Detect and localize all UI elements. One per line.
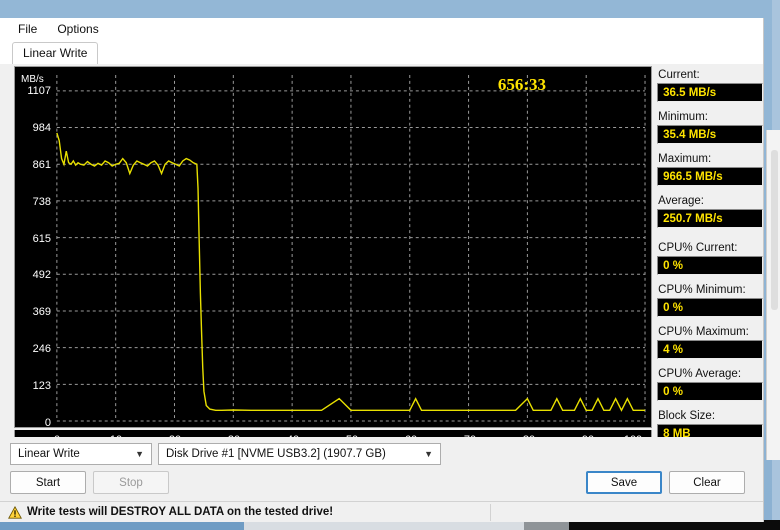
y-axis-tick: 861 — [32, 158, 51, 171]
chevron-down-icon: ▼ — [135, 449, 144, 459]
stat-label: Block Size: — [658, 410, 716, 422]
y-axis-tick: 0 — [44, 417, 51, 429]
warning-text: Write tests will DESTROY ALL DATA on the… — [27, 506, 334, 518]
start-button[interactable]: Start — [10, 471, 86, 494]
menu-item-file[interactable]: File — [10, 20, 45, 38]
app-window: File Options Linear Write MB/s 1107 984 86… — [0, 18, 764, 522]
warning-icon — [8, 505, 22, 519]
stat-value: 966.5 MB/s — [657, 167, 763, 186]
elapsed-timer: 656:33 — [497, 75, 546, 94]
stat-value: 35.4 MB/s — [657, 125, 763, 144]
y-axis-tick: 1107 — [27, 85, 51, 97]
y-axis-tick: 369 — [32, 306, 51, 319]
chevron-down-icon: ▼ — [424, 449, 433, 459]
stat-value: 0 % — [657, 298, 763, 317]
stat-value: 0 % — [657, 256, 763, 275]
y-axis-tick: 738 — [32, 195, 51, 208]
chart-plot-svg — [56, 74, 646, 422]
stop-button: Stop — [93, 471, 169, 494]
stat-value: 250.7 MB/s — [657, 209, 763, 228]
clear-button[interactable]: Clear — [669, 471, 745, 494]
stat-label: Current: — [658, 69, 700, 81]
stat-label: Average: — [658, 195, 704, 207]
stat-label: CPU% Current: — [658, 242, 738, 254]
stat-value: 0 % — [657, 382, 763, 401]
stat-label: Minimum: — [658, 111, 708, 123]
tab-strip: Linear Write — [0, 40, 763, 64]
y-axis-tick: 123 — [32, 380, 51, 393]
bottom-controls: Linear Write ▼ Disk Drive #1 [NVME USB3.… — [0, 437, 763, 522]
stat-value: 4 % — [657, 340, 763, 359]
y-axis-tick: 984 — [32, 121, 51, 134]
menu-item-options[interactable]: Options — [49, 20, 106, 38]
drive-select-value: Disk Drive #1 [NVME USB3.2] (1907.7 GB) — [166, 448, 386, 460]
tab-linear-write[interactable]: Linear Write — [12, 42, 99, 64]
y-axis-unit-label: MB/s — [21, 74, 44, 85]
stat-label: Maximum: — [658, 153, 712, 165]
test-mode-select[interactable]: Linear Write ▼ — [10, 443, 152, 465]
menu-bar: File Options — [0, 18, 763, 40]
selectors-row: Linear Write ▼ Disk Drive #1 [NVME USB3.… — [0, 437, 763, 465]
y-axis-tick: 615 — [32, 232, 51, 245]
stat-label: CPU% Average: — [658, 368, 742, 380]
chart-gridlines — [56, 74, 646, 422]
background-scrollbar[interactable] — [771, 150, 778, 310]
stat-label: CPU% Maximum: — [658, 326, 749, 338]
drive-select[interactable]: Disk Drive #1 [NVME USB3.2] (1907.7 GB) … — [158, 443, 441, 465]
buttons-row: Start Stop Save Clear — [0, 465, 763, 494]
status-bar: Write tests will DESTROY ALL DATA on the… — [0, 501, 763, 522]
benchmark-chart: MB/s 1107 984 861 738 615 492 369 246 123 0 656:3… — [14, 66, 652, 429]
stats-list: Current: 36.5 MB/s Minimum: 35.4 MB/s Maximu… — [657, 69, 763, 443]
test-mode-select-value: Linear Write — [18, 448, 80, 460]
stat-value: 36.5 MB/s — [657, 83, 763, 102]
y-axis-tick: 246 — [32, 343, 51, 356]
stat-label: CPU% Minimum: — [658, 284, 746, 296]
y-axis-tick: 492 — [32, 269, 51, 282]
save-button[interactable]: Save — [586, 471, 662, 494]
